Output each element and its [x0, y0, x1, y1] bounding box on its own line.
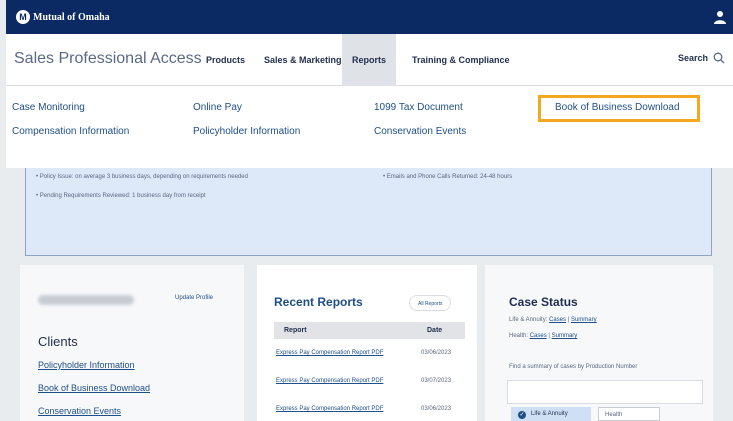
report-date: 03/06/2023	[421, 350, 452, 356]
check-icon: ✓	[518, 411, 526, 419]
find-cases-text: Find a summary of cases by Production Nu…	[509, 364, 638, 370]
top-bar: M Mutual of Omaha	[6, 0, 733, 34]
service-times-panel: • Policy Issue: on average 3 business da…	[25, 168, 712, 256]
reports-table-header: Report Date	[274, 322, 465, 339]
report-link[interactable]: Express Pay Compensation Report PDF	[276, 378, 383, 384]
main-navigation: Sales Professional Access Products Sales…	[6, 34, 733, 86]
health-links: Health: Cases | Summary	[509, 333, 578, 339]
clients-title: Clients	[38, 334, 78, 349]
production-number-input[interactable]	[507, 380, 703, 404]
dropdown-link-conservation-events[interactable]: Conservation Events	[374, 126, 466, 137]
dropdown-link-case-monitoring[interactable]: Case Monitoring	[12, 102, 85, 113]
info-policy-issue: • Policy Issue: on average 3 business da…	[36, 174, 248, 180]
nav-training-compliance[interactable]: Training & Compliance	[402, 34, 520, 86]
life-cases-link[interactable]: Cases	[549, 317, 566, 323]
search-icon	[713, 52, 725, 64]
tab-life-annuity[interactable]: ✓ Life & Annuity	[511, 407, 591, 421]
tab-health[interactable]: Health	[598, 407, 660, 421]
column-header-report: Report	[284, 327, 307, 334]
update-profile-link[interactable]: Update Profile	[175, 295, 213, 301]
client-link-policyholder-information[interactable]: Policyholder Information	[38, 360, 135, 370]
health-summary-link[interactable]: Summary	[552, 333, 578, 339]
case-status-card: Case Status Life & Annuity: Cases | Summ…	[485, 265, 713, 421]
report-link[interactable]: Express Pay Compensation Report PDF	[276, 406, 383, 412]
dropdown-link-online-pay[interactable]: Online Pay	[193, 102, 242, 113]
life-summary-link[interactable]: Summary	[571, 317, 597, 323]
all-reports-button[interactable]: All Reports	[409, 295, 452, 311]
dropdown-link-compensation-information[interactable]: Compensation Information	[12, 126, 129, 137]
info-pending-requirements: • Pending Requirements Reviewed: 1 busin…	[36, 193, 206, 199]
recent-reports-card: Recent Reports All Reports Report Date E…	[257, 265, 477, 421]
case-status-title: Case Status	[509, 295, 578, 309]
user-icon[interactable]	[713, 10, 727, 24]
report-link[interactable]: Express Pay Compensation Report PDF	[276, 350, 383, 356]
search-label: Search	[677, 53, 708, 63]
blurred-user-name	[38, 295, 134, 305]
clients-card: Update Profile Clients Policyholder Info…	[20, 265, 244, 421]
dropdown-link-policyholder-information[interactable]: Policyholder Information	[193, 126, 300, 137]
nav-sales-marketing[interactable]: Sales & Marketing	[254, 34, 352, 86]
logo-mark: M	[16, 10, 30, 24]
report-date: 03/06/2023	[421, 406, 452, 412]
brand-logo[interactable]: M Mutual of Omaha	[16, 10, 110, 24]
nav-products[interactable]: Products	[196, 34, 255, 86]
report-date: 03/07/2023	[421, 378, 452, 384]
info-emails-phone: • Emails and Phone Calls Returned: 24-48…	[383, 174, 513, 180]
site-brand[interactable]: Sales Professional Access	[14, 50, 202, 68]
nav-reports[interactable]: Reports	[342, 34, 397, 86]
client-link-book-of-business-download[interactable]: Book of Business Download	[38, 383, 150, 393]
client-link-conservation-events[interactable]: Conservation Events	[38, 406, 121, 416]
search-button[interactable]: Search	[678, 52, 725, 64]
dropdown-link-1099-tax-document[interactable]: 1099 Tax Document	[374, 102, 463, 113]
logo-text: Mutual of Omaha	[33, 11, 110, 23]
health-cases-link[interactable]: Cases	[530, 333, 547, 339]
life-annuity-links: Life & Annuity: Cases | Summary	[509, 317, 597, 323]
recent-reports-title: Recent Reports	[274, 295, 363, 309]
column-header-date: Date	[427, 327, 443, 334]
highlight-box	[538, 95, 700, 122]
